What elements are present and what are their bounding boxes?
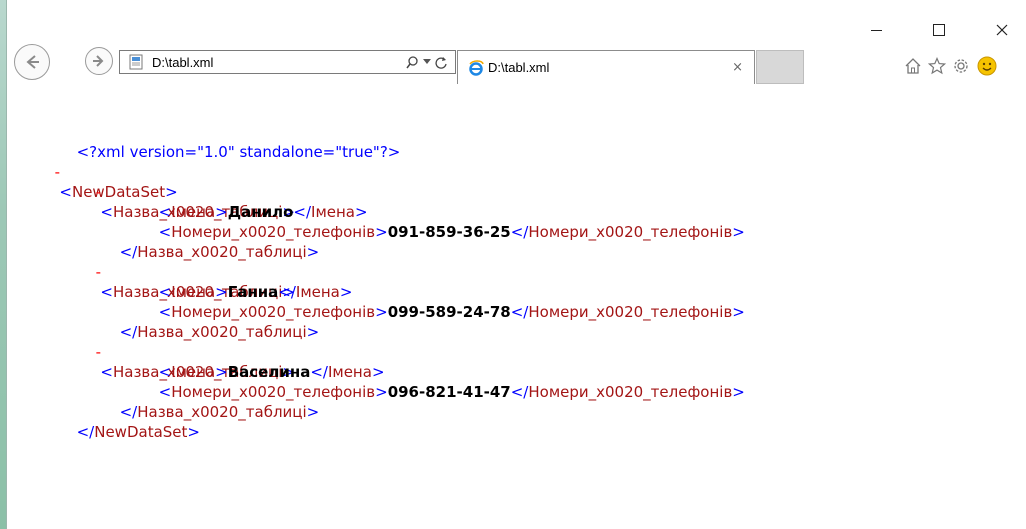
home-icon[interactable]	[902, 55, 924, 77]
collapse-toggle[interactable]: -	[55, 163, 60, 181]
tab-active[interactable]: D:\tabl.xml ×	[457, 50, 755, 84]
maximize-button[interactable]	[929, 20, 949, 40]
root-close-line: </NewDataSet>	[76, 423, 200, 441]
browser-window: D:\tabl.xml D:\tabl.xml × <?xml version=…	[7, 0, 1026, 529]
name-line: <Імена>Васелина</Імена>	[158, 363, 385, 381]
record-open-line: - <Назва_x0020_таблиці>	[95, 263, 295, 301]
root-open-line: - <NewDataSet>	[54, 163, 178, 201]
search-icon[interactable]	[406, 55, 419, 69]
collapse-toggle[interactable]: -	[96, 343, 101, 361]
name-line: <Імена>Данило</Імена>	[158, 203, 368, 221]
address-bar[interactable]: D:\tabl.xml	[119, 50, 456, 74]
record-close-line: </Назва_x0020_таблиці>	[119, 243, 320, 261]
phone-value: 099-589-24-78	[387, 303, 511, 321]
minimize-button[interactable]	[866, 20, 886, 40]
record-open-line: - <Назва_x0020_таблиці>	[95, 343, 295, 381]
close-button[interactable]	[992, 20, 1012, 40]
address-text[interactable]: D:\tabl.xml	[152, 55, 406, 70]
forward-icon	[93, 55, 104, 67]
phone-line: <Номери_x0020_телефонів>096-821-41-47</Н…	[158, 383, 745, 401]
maximize-icon	[933, 24, 945, 36]
phone-value: 096-821-41-47	[387, 383, 511, 401]
back-icon	[26, 55, 39, 69]
collapse-toggle[interactable]: -	[96, 263, 101, 281]
name-line: <Імена>Ганна</Імена>	[158, 283, 353, 301]
phone-value: 091-859-36-25	[387, 223, 511, 241]
tab-title: D:\tabl.xml	[488, 60, 550, 75]
page-icon	[129, 54, 143, 70]
minimize-icon	[870, 29, 882, 31]
star-icon[interactable]	[926, 55, 948, 77]
phone-line: <Номери_x0020_телефонів>091-859-36-25</Н…	[158, 223, 745, 241]
forward-button[interactable]	[85, 47, 113, 75]
phone-line: <Номери_x0020_телефонів>099-589-24-78</Н…	[158, 303, 745, 321]
smiley-icon[interactable]	[976, 55, 998, 77]
back-button[interactable]	[14, 44, 50, 80]
record-close-line: </Назва_x0020_таблиці>	[119, 323, 320, 341]
tab-close-icon[interactable]: ×	[732, 60, 743, 75]
collapse-toggle[interactable]: -	[96, 183, 101, 201]
xml-declaration: <?xml version="1.0" standalone="true"?>	[76, 143, 401, 161]
record-open-line: - <Назва_x0020_таблиці>	[95, 183, 295, 221]
dropdown-icon[interactable]	[423, 59, 431, 65]
refresh-icon[interactable]	[435, 56, 447, 69]
close-icon	[996, 24, 1008, 36]
record-close-line: </Назва_x0020_таблиці>	[119, 403, 320, 421]
new-tab-button[interactable]	[756, 50, 804, 84]
ie-icon	[469, 59, 484, 76]
gear-icon[interactable]	[950, 55, 972, 77]
